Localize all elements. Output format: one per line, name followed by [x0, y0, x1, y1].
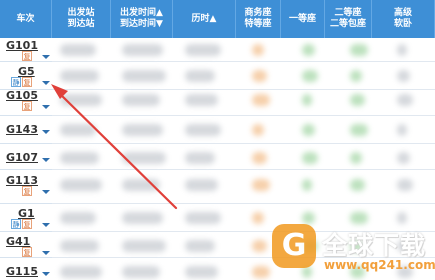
train-schedule-screen: 车次 出发站 到达站 出发时间▲ 到达时间▼ 历时▲ 商务座 特等座 一等座 二… — [0, 0, 435, 280]
watermark-logo-letter: G — [281, 228, 307, 263]
arrow-shaft — [56, 90, 178, 210]
arrow-head — [51, 84, 68, 99]
watermark-title: 全球下载 — [322, 231, 427, 260]
watermark: G 全球下载 www.qq241.com — [266, 216, 435, 280]
watermark-url: www.qq241.com — [324, 258, 435, 272]
watermark-logo: G — [272, 224, 316, 268]
